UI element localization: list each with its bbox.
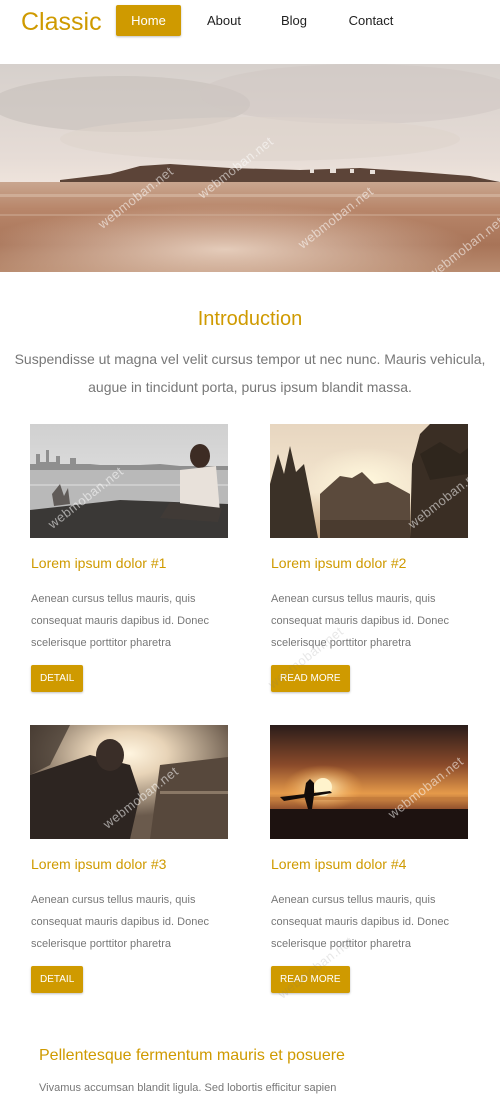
site-logo[interactable]: Classic — [21, 8, 102, 37]
nav-about[interactable]: About — [196, 5, 252, 36]
card-2-text: Aenean cursus tellus mauris, quis conseq… — [271, 593, 449, 649]
nav-blog[interactable]: Blog — [271, 5, 317, 36]
hero-image — [0, 64, 500, 272]
card-1-image[interactable] — [30, 424, 228, 538]
card-3-button[interactable]: DETAIL — [31, 966, 84, 993]
card-3-title[interactable]: Lorem ipsum dolor #3 — [31, 856, 166, 872]
card-4-text: Aenean cursus tellus mauris, quis conseq… — [271, 894, 449, 950]
card-4-image[interactable] — [270, 725, 468, 839]
card-3-image[interactable] — [30, 725, 228, 839]
nav-contact[interactable]: Contact — [340, 5, 402, 36]
card-2-title[interactable]: Lorem ipsum dolor #2 — [271, 555, 406, 571]
intro-text: Suspendisse ut magna vel velit cursus te… — [14, 351, 486, 395]
site-header: Classic Home About Blog Contact — [0, 0, 500, 64]
card-3-text: Aenean cursus tellus mauris, quis conseq… — [31, 894, 209, 950]
card-2-image[interactable] — [270, 424, 468, 538]
section-title: Pellentesque fermentum mauris et posuere — [39, 1047, 345, 1064]
card-1-text: Aenean cursus tellus mauris, quis conseq… — [31, 593, 209, 649]
nav-home[interactable]: Home — [116, 5, 181, 36]
card-4-button[interactable]: READ MORE — [271, 966, 350, 993]
card-1-button[interactable]: DETAIL — [31, 665, 84, 692]
card-4-title[interactable]: Lorem ipsum dolor #4 — [271, 856, 406, 872]
card-2-button[interactable]: READ MORE — [271, 665, 350, 692]
section-text: Vivamus accumsan blandit ligula. Sed lob… — [39, 1082, 337, 1094]
intro-title: Introduction — [197, 308, 303, 330]
card-1-title[interactable]: Lorem ipsum dolor #1 — [31, 555, 166, 571]
